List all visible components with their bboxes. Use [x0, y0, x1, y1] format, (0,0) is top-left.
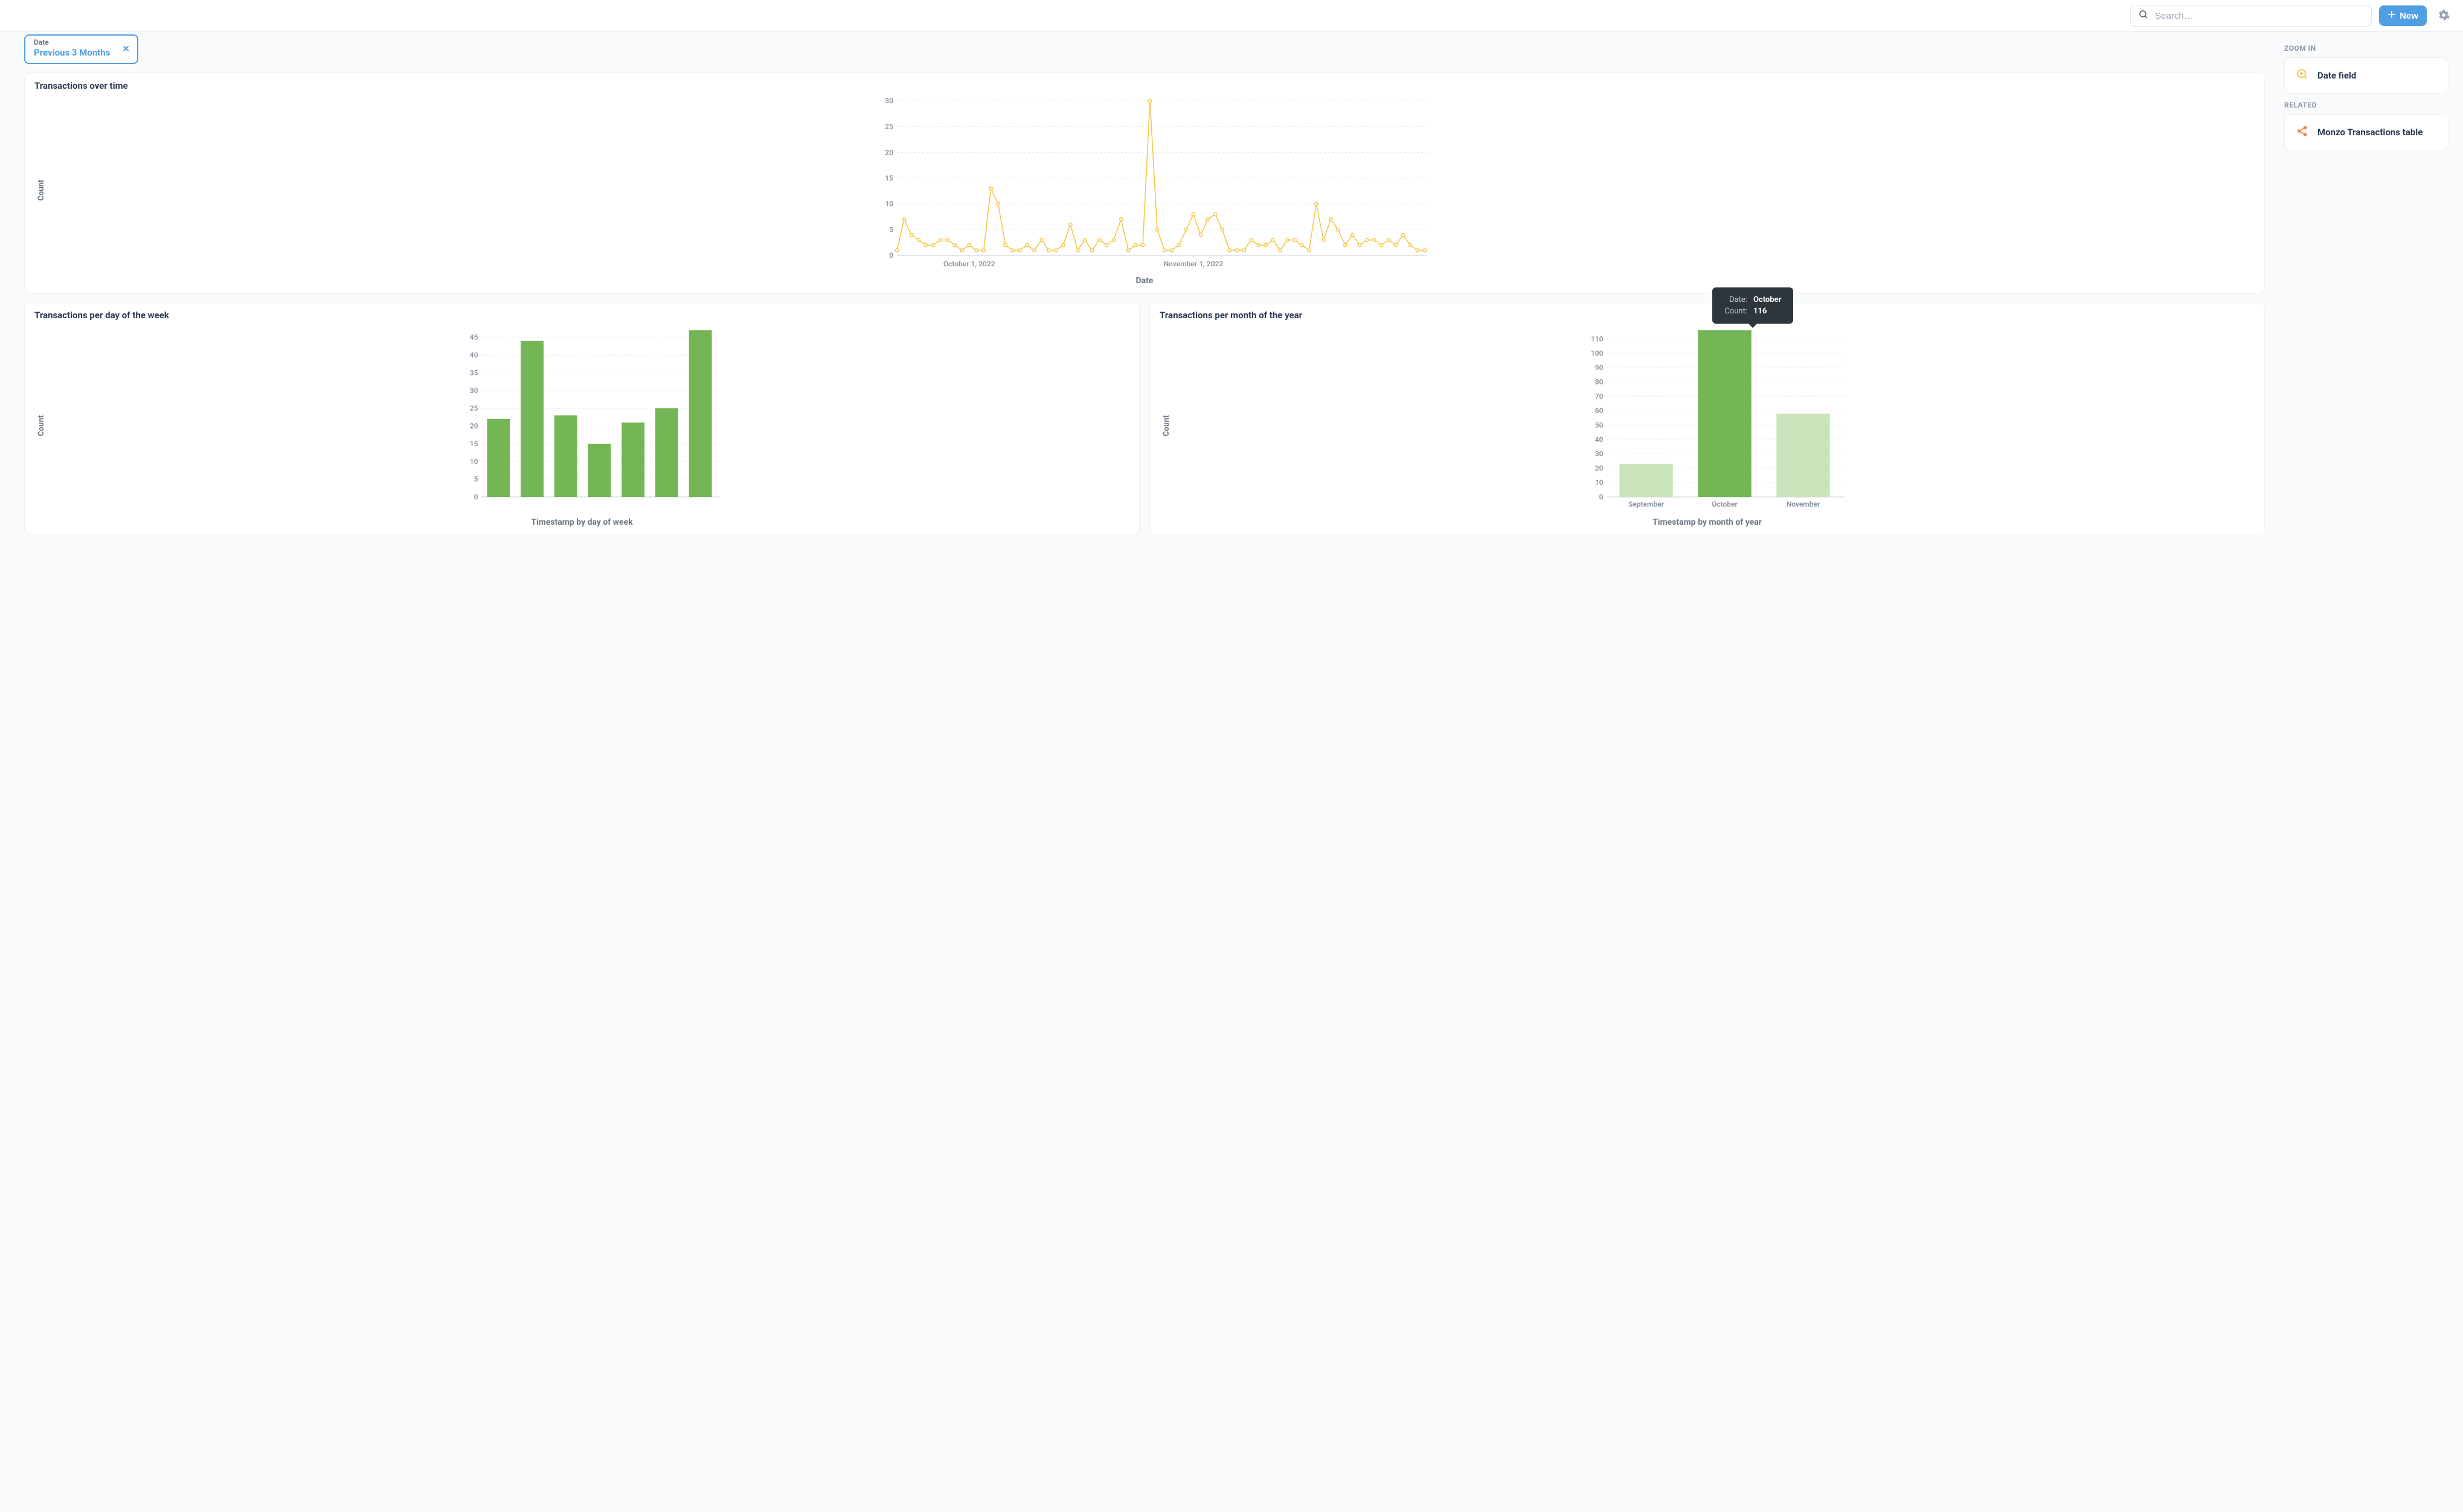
filter-clear-button[interactable]: ✕ [122, 43, 130, 54]
filter-field-label: Date [34, 38, 110, 46]
sidebar-item-date-field[interactable]: Date field [2284, 57, 2449, 94]
svg-text:20: 20 [470, 422, 478, 431]
svg-text:100: 100 [1591, 349, 1604, 357]
sidebar-item-label: Monzo Transactions table [2317, 127, 2423, 138]
transactions-by-day-card: Transactions per day of the week Count 0… [24, 302, 1140, 535]
sidebar-item-related-table[interactable]: Monzo Transactions table [2284, 114, 2449, 150]
svg-text:September: September [1628, 500, 1665, 508]
card-title: Transactions over time [34, 80, 2255, 91]
share-icon [2296, 124, 2309, 140]
svg-text:October 1, 2022: October 1, 2022 [943, 260, 995, 268]
search-icon [2138, 9, 2149, 22]
zoom-in-icon [2296, 68, 2309, 83]
svg-text:October: October [1712, 500, 1738, 508]
svg-text:10: 10 [1595, 478, 1604, 487]
svg-text:50: 50 [1595, 421, 1604, 429]
svg-text:November 1, 2022: November 1, 2022 [1164, 260, 1224, 268]
new-button-label: New [2400, 11, 2418, 21]
x-axis-label: Timestamp by day of week [34, 517, 1129, 527]
x-axis-label: Date [34, 276, 2255, 286]
svg-text:30: 30 [470, 386, 478, 395]
svg-text:10: 10 [885, 200, 893, 208]
sidebar: ZOOM IN Date field RELATED [2270, 32, 2463, 150]
svg-text:15: 15 [885, 174, 893, 182]
svg-text:November: November [1787, 500, 1820, 508]
x-axis-label: Timestamp by month of year [1160, 517, 2255, 527]
svg-text:5: 5 [889, 225, 893, 234]
y-axis-label: Count [1162, 415, 1171, 437]
svg-text:30: 30 [1595, 450, 1604, 458]
svg-text:10: 10 [470, 457, 478, 466]
svg-text:60: 60 [1595, 406, 1604, 415]
svg-text:40: 40 [1595, 435, 1604, 444]
tooltip-count-value: 116 [1751, 306, 1784, 316]
svg-text:20: 20 [1595, 464, 1604, 472]
search-input[interactable] [2155, 11, 2364, 21]
y-axis-label: Count [37, 180, 46, 201]
tooltip-date-key: Date: [1722, 295, 1750, 305]
svg-text:0: 0 [474, 493, 478, 501]
svg-text:80: 80 [1595, 378, 1604, 386]
chart-tooltip: Date:October Count:116 [1712, 287, 1793, 324]
svg-text:90: 90 [1595, 364, 1604, 372]
transactions-over-time-card: Transactions over time Count 0 5 10 15 20 25 3… [24, 72, 2265, 293]
bar-chart-day[interactable]: 0 5 10 15 20 25 30 35 40 45 [51, 324, 1129, 511]
app-header: New [0, 0, 2463, 32]
tooltip-date-value: October [1751, 295, 1784, 305]
svg-text:35: 35 [470, 368, 478, 377]
svg-text:45: 45 [470, 333, 478, 342]
date-filter-pill[interactable]: Date Previous 3 Months ✕ [24, 34, 138, 64]
svg-text:40: 40 [470, 351, 478, 359]
search-box[interactable] [2130, 5, 2372, 27]
filter-block: Date Previous 3 Months ✕ [24, 34, 2265, 64]
svg-text:25: 25 [885, 123, 893, 131]
sidebar-item-label: Date field [2317, 70, 2356, 81]
svg-text:5: 5 [474, 475, 478, 484]
svg-text:30: 30 [885, 97, 893, 105]
line-chart[interactable]: 0 5 10 15 20 25 30 October 1, 2022 November 1, 2… [51, 95, 2255, 270]
svg-text:15: 15 [470, 440, 478, 448]
tooltip-count-key: Count: [1722, 306, 1750, 316]
svg-text:25: 25 [470, 404, 478, 412]
y-axis-label: Count [37, 415, 46, 437]
svg-text:20: 20 [885, 148, 893, 156]
transactions-by-month-card: Transactions per month of the year Count… [1149, 302, 2265, 535]
filter-value: Previous 3 Months [34, 47, 110, 58]
svg-text:0: 0 [1599, 493, 1604, 501]
bar-chart-month[interactable]: 0 10 20 30 40 50 60 70 80 90 100 110 September Octobe… [1177, 324, 2255, 511]
svg-text:0: 0 [889, 251, 893, 260]
sidebar-section-zoom: ZOOM IN [2284, 44, 2449, 53]
card-title: Transactions per month of the year [1160, 310, 2255, 321]
gear-icon [2438, 14, 2450, 23]
plus-icon [2388, 10, 2396, 21]
sidebar-section-related: RELATED [2284, 101, 2449, 109]
card-title: Transactions per day of the week [34, 310, 1129, 321]
svg-text:110: 110 [1591, 335, 1604, 343]
svg-text:70: 70 [1595, 392, 1604, 400]
new-button[interactable]: New [2379, 5, 2427, 26]
settings-button[interactable] [2434, 5, 2453, 27]
